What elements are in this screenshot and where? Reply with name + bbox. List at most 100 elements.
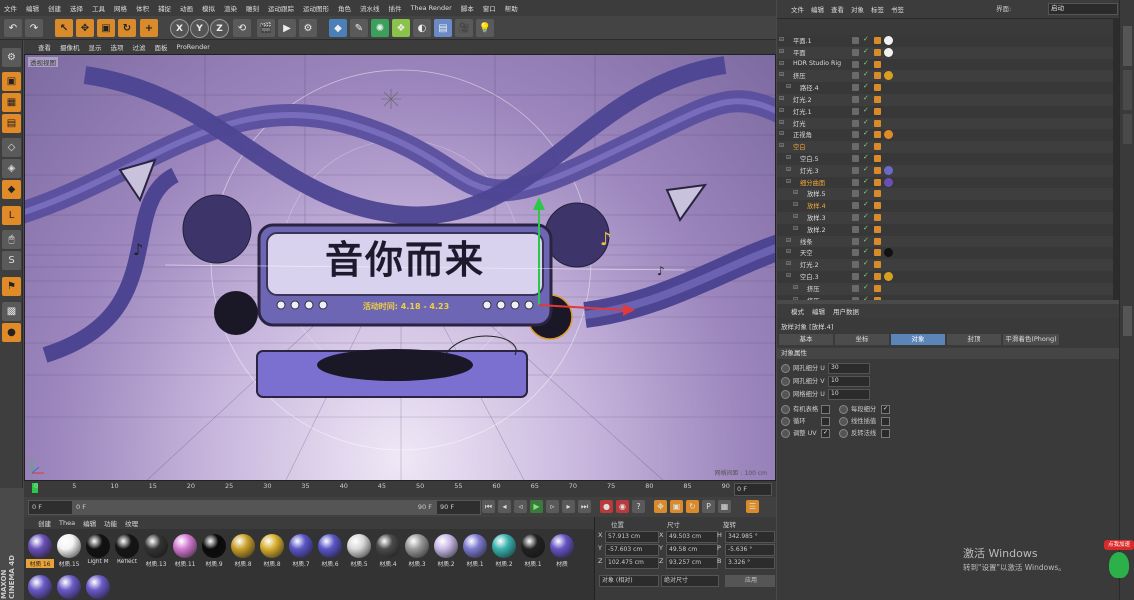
goto-end-icon[interactable]: ⏭ [578,500,591,513]
expand-toggle-icon[interactable]: ⊟ [779,119,784,126]
animate-radio[interactable] [839,405,848,414]
phong-tag-icon[interactable] [874,48,881,56]
menu-item[interactable]: 插件 [389,3,402,13]
expand-toggle-icon[interactable]: ⊟ [786,260,791,267]
timeline-ruler[interactable]: 0 F 0 5 10 15 20 25 30 35 40 45 50 55 60 65 70 75 80 85 90 [24,481,776,497]
render-settings-icon[interactable]: ⚙ [299,19,317,37]
object-name[interactable]: 挤压 [807,296,820,300]
make-editable-icon[interactable]: ⚙ [2,48,21,67]
key-scale-icon[interactable]: ▣ [670,500,683,513]
visibility-check-icon[interactable]: ✓ [863,141,869,149]
menu-item[interactable]: 雕刻 [246,3,259,13]
object-row[interactable]: ⊟ 灯光.3 ✓ [777,164,1113,177]
prev-frame-icon[interactable]: ◃ [514,500,527,513]
next-frame-icon[interactable]: ▹ [546,500,559,513]
object-name[interactable]: 灯光.1 [793,107,812,116]
animate-radio[interactable] [839,417,848,426]
planar-workplane-icon[interactable]: ▩ [2,302,21,321]
visibility-check-icon[interactable]: ✓ [863,224,869,232]
content-browser-side-tab[interactable] [1123,70,1132,110]
object-row[interactable]: ⊟ 路径.4 ✓ [777,82,1113,94]
object-menu-item[interactable]: 文件 [791,4,804,14]
axis-z-button[interactable]: Z [210,19,229,38]
redo-icon[interactable]: ↷ [25,19,43,37]
expand-toggle-icon[interactable]: ⊟ [779,95,784,102]
attribute-tab[interactable]: 封顶 [947,334,1001,345]
menu-item[interactable]: 文件 [4,3,17,13]
key-position-icon[interactable]: ✥ [654,500,667,513]
visibility-check-icon[interactable]: ✓ [863,70,869,78]
attribute-checkbox[interactable] [821,405,830,414]
attribute-menu-item[interactable]: 编辑 [812,306,825,316]
material-menu-item[interactable]: 创建 [38,518,51,528]
object-name[interactable]: HDR Studio Rig [793,60,841,67]
object-row[interactable]: ⊟ 挤压 ✓ [777,282,1113,295]
visibility-check-icon[interactable]: ✓ [863,188,869,196]
scale-tool-icon[interactable]: ▣ [97,19,115,37]
layer-toggle[interactable] [852,72,859,80]
workplane-icon[interactable]: ▤ [2,114,21,133]
attribute-menu-item[interactable]: 用户数据 [833,306,859,316]
object-row[interactable]: ⊟ 空白.3 ✓ [777,271,1113,283]
size-field[interactable]: 49.503 cm [666,531,718,543]
object-row[interactable]: ⊟ 挤压 ✓ [777,70,1113,83]
attribute-tab[interactable]: 对象 [891,334,945,345]
expand-toggle-icon[interactable]: ⊟ [793,189,798,196]
deformer-icon[interactable]: ❖ [392,19,410,37]
object-name[interactable]: 灯光 [793,119,806,128]
goto-start-icon[interactable]: ⏮ [482,500,495,513]
layer-toggle[interactable] [852,143,859,151]
coordinate-system-icon[interactable]: ⟲ [233,19,251,37]
object-menu-item[interactable]: 编辑 [811,4,824,14]
expand-toggle-icon[interactable]: ⊟ [786,154,791,161]
material-menu-item[interactable]: Thea [59,519,75,527]
layer-toggle[interactable] [852,284,859,292]
visibility-check-icon[interactable]: ✓ [863,247,869,255]
object-row[interactable]: ⊟ 平面 ✓ [777,46,1113,59]
expand-toggle-icon[interactable]: ⊟ [779,71,784,78]
next-key-icon[interactable]: ▸ [562,500,575,513]
animate-radio[interactable] [839,429,848,438]
material-swatch[interactable]: 材质.11 [171,534,199,568]
object-name[interactable]: 空白.3 [800,272,819,281]
floor-icon[interactable]: ▤ [434,19,452,37]
material-tag-icon[interactable] [884,71,893,81]
expand-toggle-icon[interactable]: ⊟ [779,130,784,137]
object-menu-item[interactable]: 对象 [851,4,864,14]
layer-toggle[interactable] [852,166,859,174]
visibility-check-icon[interactable]: ✓ [863,295,869,300]
object-name[interactable]: 空白.5 [800,154,819,163]
object-row[interactable]: ⊟ 空白 ✓ [777,141,1113,153]
phong-tag-icon[interactable] [874,249,881,257]
object-name[interactable]: 正视角 [793,130,812,139]
animate-radio[interactable] [781,390,790,399]
material-swatch[interactable]: 材质.1 [519,534,547,568]
material-swatch[interactable]: 材质 16 [26,534,54,568]
undo-icon[interactable]: ↶ [4,19,22,37]
material-swatch[interactable]: 材质.9 [200,534,228,568]
expand-toggle-icon[interactable]: ⊟ [793,296,798,300]
layer-toggle[interactable] [852,296,859,300]
phong-tag-icon[interactable] [874,261,881,269]
visibility-check-icon[interactable]: ✓ [863,259,869,267]
points-mode-icon[interactable]: ◇ [2,138,21,157]
rotation-field[interactable]: 3.326 ° [725,557,775,569]
key-rotation-icon[interactable]: ↻ [686,500,699,513]
add-tool-icon[interactable]: + [140,19,158,37]
object-row[interactable]: ⊟ 放样.4 ✓ [777,200,1113,212]
position-field[interactable]: -57.603 cm [605,544,659,556]
material-swatch[interactable]: 材质.8 [258,534,286,568]
material-menu-item[interactable]: 纹理 [125,518,138,528]
visibility-check-icon[interactable]: ✓ [863,153,869,161]
object-row[interactable]: ⊟ 灯光.2 ✓ [777,259,1113,271]
phong-tag-icon[interactable] [874,84,881,92]
axis-y-button[interactable]: Y [190,19,209,38]
phong-tag-icon[interactable] [874,190,881,198]
layer-toggle[interactable] [852,178,859,186]
animate-radio[interactable] [781,417,790,426]
material-swatch[interactable]: Light M [84,534,112,565]
record-icon[interactable]: ● [600,500,613,513]
cube-icon[interactable]: ◆ [329,19,347,37]
object-row[interactable]: ⊟ 灯光.1 ✓ [777,105,1113,118]
visibility-check-icon[interactable]: ✓ [863,165,869,173]
